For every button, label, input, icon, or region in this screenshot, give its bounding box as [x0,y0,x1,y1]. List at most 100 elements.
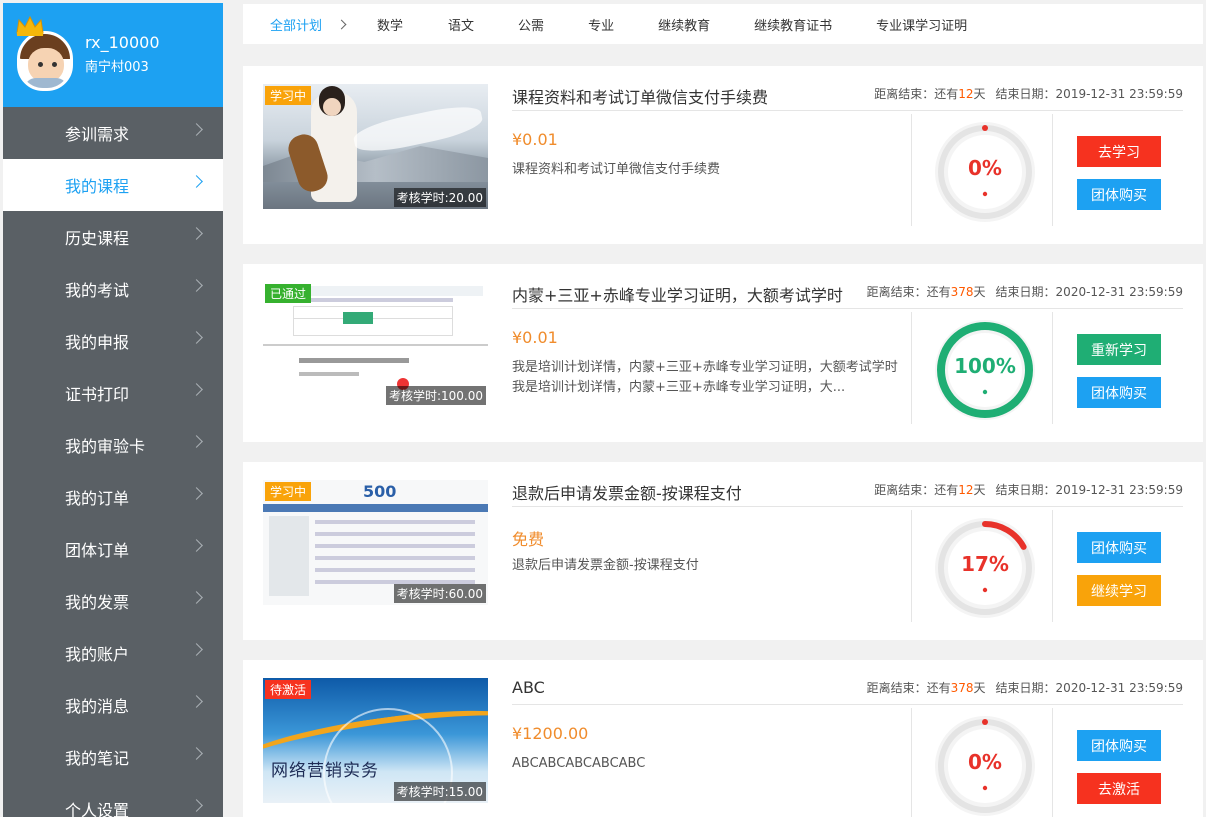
course-deadline: 距离结束：还有378天 结束日期：2020-12-31 23:59:59 [867,283,1183,300]
nav-continuing-edu[interactable]: 继续教育 [658,15,710,34]
user-profile: rx_10000 南宁村003 [3,3,223,107]
primary-action-button[interactable]: 重新学习 [1077,334,1161,365]
sidebar-item-10[interactable]: 我的账户 [3,627,223,679]
sidebar-item-label: 我的发票 [65,593,130,612]
secondary-action-button[interactable]: 团体购买 [1077,179,1161,210]
course-hours: 考核学时:20.00 [393,188,486,207]
remain-days: 378 [950,285,974,299]
course-thumbnail[interactable]: 500 学习中 考核学时:60.00 [263,480,488,605]
course-thumbnail[interactable]: 已通过 考核学时:100.00 [263,282,488,407]
divider [512,506,1183,507]
chevron-right-icon [190,539,203,552]
divider [911,708,912,817]
crown-icon [16,15,44,36]
divider [911,114,912,226]
sidebar-item-13[interactable]: 个人设置 [3,783,223,817]
nav-all-plans[interactable]: 全部计划 [270,15,322,34]
end-date: 2020-12-31 23:59:59 [1055,681,1183,695]
divider [512,704,1183,705]
remain-prefix: 距离结束：还有 [866,681,951,695]
sidebar-item-label: 我的申报 [65,333,130,352]
course-title[interactable]: 退款后申请发票金额-按课程支付 [512,480,742,504]
end-prefix: 结束日期： [995,285,1056,299]
sidebar-item-label: 参训需求 [65,125,130,144]
divider [911,312,912,424]
course-card: 已通过 考核学时:100.00 内蒙+三亚+赤峰专业学习证明，大额考试学时 距离… [243,264,1203,442]
secondary-action-button[interactable]: 去激活 [1077,773,1161,804]
sidebar-item-6[interactable]: 我的审验卡 [3,419,223,471]
divider [1052,708,1053,817]
end-prefix: 结束日期： [995,87,1056,101]
sidebar-item-label: 我的订单 [65,489,130,508]
primary-action-button[interactable]: 团体购买 [1077,730,1161,761]
course-price: ¥0.01 [512,130,558,149]
divider [1052,312,1053,424]
remain-days: 378 [950,681,974,695]
end-date: 2020-12-31 23:59:59 [1055,285,1183,299]
sidebar-item-label: 团体订单 [65,541,130,560]
course-title[interactable]: ABC [512,678,545,697]
nav-major-cert[interactable]: 专业课学习证明 [876,15,967,34]
course-title[interactable]: 课程资料和考试订单微信支付手续费 [512,84,768,108]
nav-major[interactable]: 专业 [588,15,614,34]
sidebar-item-4[interactable]: 我的申报 [3,315,223,367]
sidebar-item-1[interactable]: 我的课程 [3,159,223,211]
nav-continuing-cert[interactable]: 继续教育证书 [754,15,832,34]
chevron-right-icon [190,175,203,188]
sidebar-item-0[interactable]: 参训需求 [3,107,223,159]
course-deadline: 距离结束：还有12天 结束日期：2019-12-31 23:59:59 [874,481,1183,498]
remain-days: 12 [958,87,974,101]
remain-suffix: 天 [973,87,986,101]
status-badge: 待激活 [265,680,312,699]
remain-suffix: 天 [973,285,986,299]
course-thumbnail[interactable]: 网络营销实务 待激活 考核学时:15.00 [263,678,488,803]
primary-action-button[interactable]: 去学习 [1077,136,1161,167]
avatar[interactable] [15,15,75,97]
nav-math[interactable]: 数学 [377,15,403,34]
thumb-text: 网络营销实务 [271,761,379,781]
sidebar-item-label: 我的消息 [65,697,130,716]
course-price: ¥1200.00 [512,724,589,743]
course-hours: 考核学时:100.00 [385,386,486,405]
sidebar-item-7[interactable]: 我的订单 [3,471,223,523]
sidebar-item-12[interactable]: 我的笔记 [3,731,223,783]
progress-text: 17% [961,552,1009,576]
primary-action-button[interactable]: 团体购买 [1077,532,1161,563]
sidebar-item-5[interactable]: 证书打印 [3,367,223,419]
course-description: 课程资料和考试订单微信支付手续费 [512,162,721,177]
sidebar-item-3[interactable]: 我的考试 [3,263,223,315]
end-date: 2019-12-31 23:59:59 [1055,483,1183,497]
sidebar-item-label: 历史课程 [65,229,130,248]
course-card: 网络营销实务 待激活 考核学时:15.00 ABC 距离结束：还有378天 结束日… [243,660,1203,817]
secondary-action-button[interactable]: 团体购买 [1077,377,1161,408]
end-prefix: 结束日期： [995,681,1056,695]
chevron-right-icon [190,227,203,240]
course-deadline: 距离结束：还有378天 结束日期：2020-12-31 23:59:59 [867,679,1183,696]
nav-chinese[interactable]: 语文 [448,15,474,34]
course-description: ABCABCABCABCABC [512,756,646,771]
sidebar-item-9[interactable]: 我的发票 [3,575,223,627]
username: rx_10000 [85,33,160,52]
remain-suffix: 天 [973,483,986,497]
sidebar-item-8[interactable]: 团体订单 [3,523,223,575]
remain-prefix: 距离结束：还有 [866,285,951,299]
chevron-right-icon [190,123,203,136]
course-deadline: 距离结束：还有12天 结束日期：2019-12-31 23:59:59 [874,85,1183,102]
course-description: 我是培训计划详情，内蒙+三亚+赤峰专业学习证明，大额考试学时我是培训计划详情，内… [512,360,898,395]
course-price: 免费 [512,530,545,549]
sidebar-item-label: 我的审验卡 [65,437,146,456]
top-nav: 全部计划 数学 语文 公需 专业 继续教育 继续教育证书 专业课学习证明 [243,4,1203,44]
user-org: 南宁村003 [85,60,149,75]
sidebar-item-11[interactable]: 我的消息 [3,679,223,731]
chevron-right-icon [190,643,203,656]
sidebar: rx_10000 南宁村003 参训需求我的课程历史课程我的考试我的申报证书打印… [3,3,223,817]
nav-public[interactable]: 公需 [518,15,544,34]
course-title[interactable]: 内蒙+三亚+赤峰专业学习证明，大额考试学时 [512,282,843,306]
remain-suffix: 天 [973,681,986,695]
divider [512,110,1183,111]
status-badge: 学习中 [265,482,312,501]
course-card: 500 学习中 考核学时:60.00 退款后申请发票金额-按课程支付 距离结束：… [243,462,1203,640]
sidebar-item-2[interactable]: 历史课程 [3,211,223,263]
course-thumbnail[interactable]: 学习中 考核学时:20.00 [263,84,488,209]
secondary-action-button[interactable]: 继续学习 [1077,575,1161,606]
